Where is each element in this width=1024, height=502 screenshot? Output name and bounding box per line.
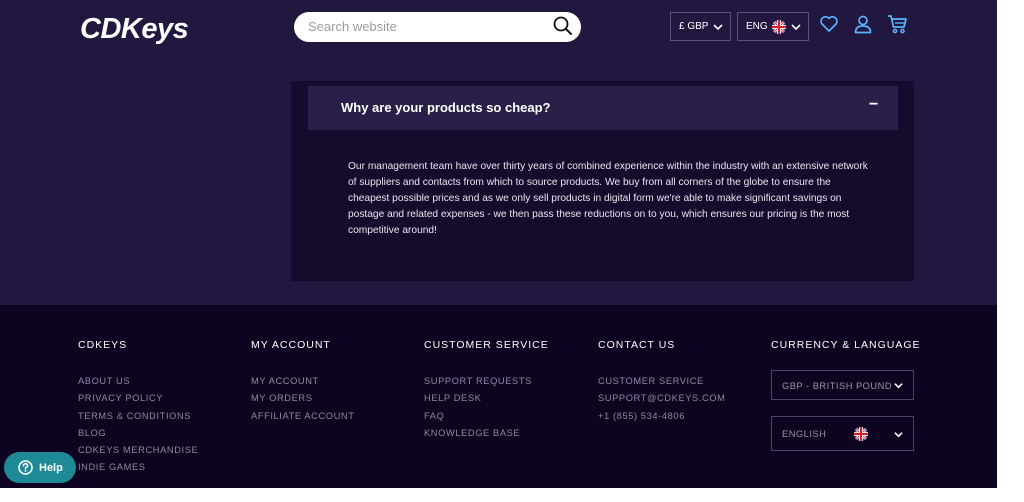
footer-heading: CURRENCY & LANGUAGE	[771, 339, 921, 351]
help-button[interactable]: Help	[4, 452, 76, 483]
search-icon[interactable]	[553, 16, 573, 36]
footer-link-knowledge-base[interactable]: KNOWLEDGE BASE	[424, 427, 549, 444]
footer-col-service: CUSTOMER SERVICE SUPPORT REQUESTS HELP D…	[424, 339, 549, 444]
footer-language-value: ENGLISH	[782, 429, 827, 439]
faq-question: Why are your products so cheap?	[341, 100, 551, 115]
footer-link-indie-games[interactable]: INDIE GAMES	[78, 461, 198, 478]
footer-link-phone[interactable]: +1 (855) 534-4806	[598, 410, 726, 427]
language-label: ENG	[746, 21, 768, 32]
footer-link-my-orders[interactable]: MY ORDERS	[251, 392, 355, 409]
footer: CDKEYS ABOUT US PRIVACY POLICY TERMS & C…	[0, 305, 997, 488]
footer-link-blog[interactable]: BLOG	[78, 427, 198, 444]
footer-link-my-account[interactable]: MY ACCOUNT	[251, 375, 355, 392]
chevron-down-icon	[894, 383, 903, 389]
chevron-down-icon	[713, 24, 723, 31]
footer-heading: CONTACT US	[598, 339, 676, 351]
footer-currency-value: GBP - BRITISH POUND	[782, 381, 893, 391]
footer-link-faq[interactable]: FAQ	[424, 410, 549, 427]
svg-text:CDKeys: CDKeys	[80, 13, 189, 45]
footer-language-select[interactable]: ENGLISH	[771, 416, 914, 451]
chevron-down-icon	[894, 432, 903, 438]
footer-col-currency-language: CURRENCY & LANGUAGE	[771, 339, 921, 351]
footer-link-about-us[interactable]: ABOUT US	[78, 375, 198, 392]
uk-flag-icon	[854, 427, 868, 441]
uk-flag-icon	[772, 20, 786, 34]
footer-link-merchandise[interactable]: CDKEYS MERCHANDISE	[78, 444, 198, 461]
faq-item: Why are your products so cheap? − Our ma…	[291, 81, 914, 281]
faq-answer: Our management team have over thirty yea…	[348, 161, 868, 236]
footer-link-terms[interactable]: TERMS & CONDITIONS	[78, 410, 198, 427]
footer-heading: MY ACCOUNT	[251, 339, 331, 351]
footer-col-contact: CONTACT US CUSTOMER SERVICE SUPPORT@CDKE…	[598, 339, 726, 427]
footer-link-help-desk[interactable]: HELP DESK	[424, 392, 549, 409]
page-edge	[997, 0, 1024, 502]
footer-currency-select[interactable]: GBP - BRITISH POUND	[771, 370, 914, 400]
footer-col-cdkeys: CDKEYS ABOUT US PRIVACY POLICY TERMS & C…	[78, 339, 198, 479]
footer-link-support-requests[interactable]: SUPPORT REQUESTS	[424, 375, 549, 392]
footer-link-customer-service[interactable]: CUSTOMER SERVICE	[598, 375, 726, 392]
footer-heading: CUSTOMER SERVICE	[424, 339, 549, 351]
chevron-down-icon	[791, 24, 801, 31]
footer-heading: CDKEYS	[78, 339, 128, 351]
language-selector[interactable]: ENG	[737, 12, 809, 41]
question-circle-icon	[18, 460, 33, 475]
collapse-toggle[interactable]: −	[869, 96, 878, 114]
user-icon[interactable]	[853, 14, 873, 34]
footer-link-affiliate[interactable]: AFFILIATE ACCOUNT	[251, 410, 355, 427]
currency-label: £ GBP	[679, 21, 709, 32]
currency-selector[interactable]: £ GBP	[670, 12, 731, 41]
footer-col-account: MY ACCOUNT MY ACCOUNT MY ORDERS AFFILIAT…	[251, 339, 355, 427]
help-label: Help	[39, 461, 63, 474]
heart-icon[interactable]	[819, 14, 839, 34]
cart-icon[interactable]	[887, 14, 908, 34]
search-bar[interactable]	[294, 12, 581, 42]
search-input[interactable]	[308, 19, 538, 34]
cdkeys-logo[interactable]: CDKeys	[80, 10, 202, 48]
page: CDKeys £ GBP ENG	[0, 0, 997, 488]
footer-link-privacy-policy[interactable]: PRIVACY POLICY	[78, 392, 198, 409]
footer-link-support-email[interactable]: SUPPORT@CDKEYS.COM	[598, 392, 726, 409]
faq-question-header[interactable]: Why are your products so cheap? −	[308, 86, 898, 130]
